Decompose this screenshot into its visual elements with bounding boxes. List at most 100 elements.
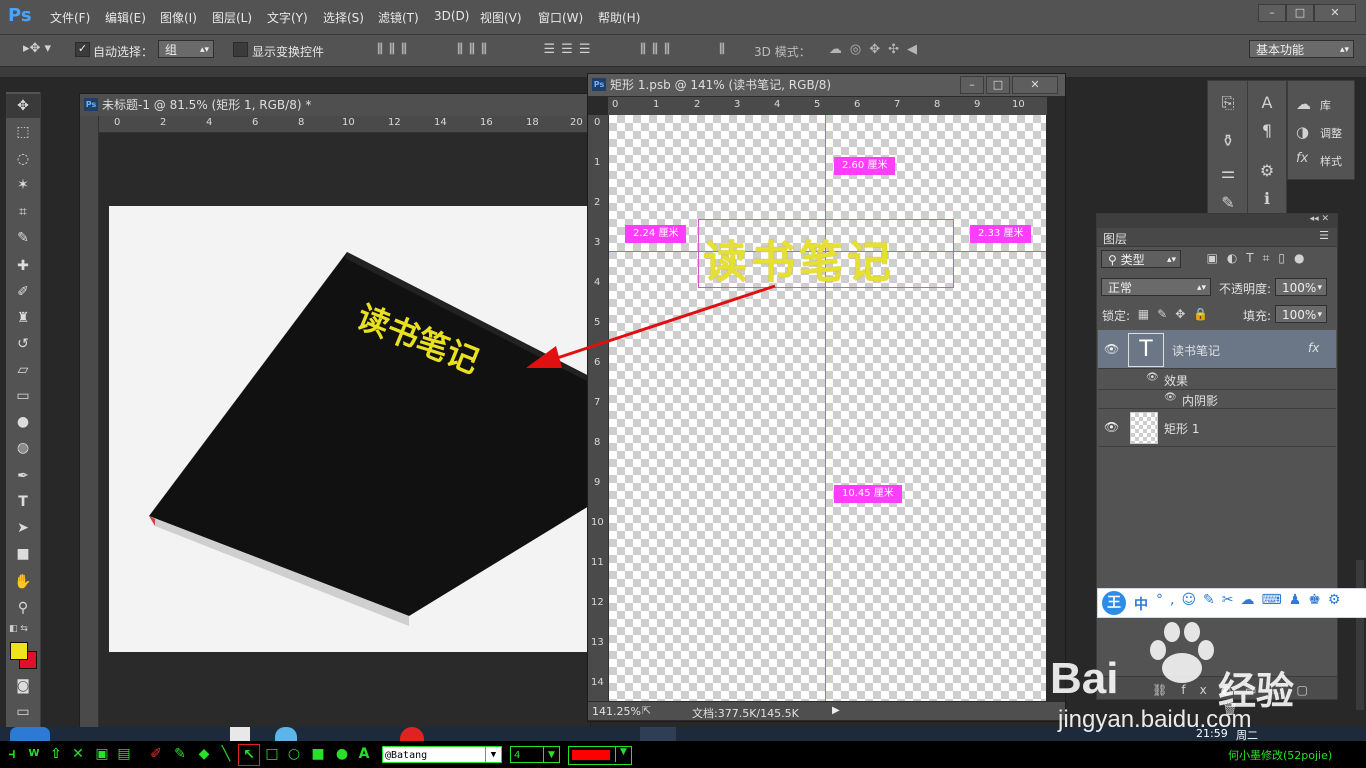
menu-view[interactable]: 视图(V)	[480, 9, 522, 26]
library-label[interactable]: 库	[1320, 97, 1331, 113]
filled-ellipse-icon[interactable]: ●	[334, 746, 350, 762]
align-icons[interactable]: ⫼⫼⫼	[350, 42, 440, 57]
menu-filter[interactable]: 滤镜(T)	[378, 9, 419, 26]
maximize-button[interactable]: □	[1286, 4, 1314, 22]
path-select-icon[interactable]: ➤	[6, 516, 40, 540]
doc2-close-button[interactable]: ✕	[1012, 76, 1058, 94]
ime-logo[interactable]: 王	[1102, 591, 1126, 615]
visibility-eye-icon[interactable]: 👁	[1104, 420, 1119, 434]
visibility-eye-icon[interactable]: 👁	[1104, 342, 1119, 356]
styles-icon[interactable]: fx	[1296, 151, 1308, 166]
paragraph-panel-icon[interactable]: ¶	[1255, 121, 1279, 140]
magic-wand-icon[interactable]: ✶	[6, 173, 40, 197]
taskbar-app-icon[interactable]	[275, 727, 297, 741]
tool-presets-icon[interactable]: ⚌	[1216, 163, 1240, 182]
zoom-tool-icon[interactable]: ⚲	[6, 596, 40, 620]
layer-row-text[interactable]: 👁 T 读书笔记 fx	[1098, 330, 1336, 369]
text-bounding-box[interactable]: 读书笔记	[698, 219, 954, 288]
fill-input[interactable]: 100% ▾	[1275, 305, 1327, 323]
layer-row-rectangle[interactable]: 👁 矩形 1	[1098, 408, 1336, 447]
save-icon[interactable]: ▣	[94, 746, 110, 762]
word-icon[interactable]: W	[26, 746, 42, 762]
visibility-eye-icon[interactable]: 👁	[1164, 392, 1177, 403]
doc1-title-bar[interactable]: Ps 未标题-1 @ 81.5% (矩形 1, RGB/8) *	[80, 94, 590, 116]
gradient-tool-icon[interactable]: ▭	[6, 384, 40, 408]
layer-effects-row[interactable]: 👁 效果	[1098, 369, 1336, 390]
taskbar-app-icon[interactable]	[230, 727, 250, 741]
doc2-minimize-button[interactable]: –	[960, 76, 984, 94]
distribute-horizontal-icons[interactable]: ⫼⫼⫼	[618, 42, 698, 57]
taskbar-app-icon[interactable]	[640, 727, 676, 741]
arrow-icon[interactable]: ↖	[238, 744, 260, 766]
stamp-tool-icon[interactable]: ♜	[6, 306, 40, 330]
collapse-icon[interactable]: ◂◂ ✕	[1310, 214, 1329, 224]
quick-mask-icon[interactable]: ◙	[6, 674, 40, 698]
move-tool-icon[interactable]: ✥	[6, 94, 40, 118]
brush-panel-icon[interactable]: ✎	[1216, 193, 1240, 212]
auto-select-checkbox[interactable]: ✓	[75, 42, 90, 57]
workspace-dropdown[interactable]: 基本功能 ▴▾	[1249, 40, 1354, 58]
brush-tool-icon[interactable]: ✐	[6, 280, 40, 304]
doc2-canvas[interactable]	[609, 115, 1046, 701]
status-menu-arrow-icon[interactable]: ▶	[832, 705, 840, 716]
font-select[interactable]: @Batang ▼	[382, 746, 502, 763]
history-brush-icon[interactable]: ↺	[6, 332, 40, 356]
visibility-eye-icon[interactable]: 👁	[1146, 372, 1159, 383]
doc2-maximize-button[interactable]: □	[986, 76, 1010, 94]
adjust-label[interactable]: 调整	[1320, 125, 1342, 141]
menu-type[interactable]: 文字(Y)	[267, 9, 308, 26]
3d-mode-icons[interactable]: ☁◎✥✣◀	[812, 42, 942, 57]
distribute-icons[interactable]: ☰☰☰	[530, 42, 610, 57]
color-select[interactable]: ▼	[568, 746, 632, 765]
foreground-color-swatch[interactable]	[10, 642, 28, 660]
healing-brush-icon[interactable]: ✚	[6, 254, 40, 278]
blur-tool-icon[interactable]: ●	[6, 410, 40, 434]
blend-mode-dropdown[interactable]: 正常 ▴▾	[1101, 278, 1211, 296]
layers-tab[interactable]: 图层	[1103, 230, 1127, 247]
size-select[interactable]: 4 ▼	[510, 746, 560, 763]
ellipse-icon[interactable]: ○	[286, 746, 302, 762]
lasso-tool-icon[interactable]: ◌	[6, 147, 40, 171]
history-panel-icon[interactable]: ⎘	[1216, 93, 1240, 113]
creative-cloud-icon[interactable]: ☁	[1296, 95, 1311, 113]
marquee-tool-icon[interactable]: ⬚	[6, 120, 40, 144]
minimize-button[interactable]: –	[1258, 4, 1286, 22]
menu-window[interactable]: 窗口(W)	[538, 9, 583, 26]
close-icon[interactable]: ✕	[70, 746, 86, 762]
rectangle-icon[interactable]: □	[264, 746, 280, 762]
fill-icon[interactable]: ◆	[196, 746, 212, 762]
properties-panel-icon[interactable]: ⚙	[1255, 161, 1279, 180]
filled-rectangle-icon[interactable]: ■	[310, 746, 326, 762]
right-scrollbar[interactable]	[1356, 560, 1364, 710]
zoom-level[interactable]: 141.25%	[592, 705, 641, 718]
pin-icon[interactable]: ⫞	[4, 746, 20, 762]
auto-align-icon[interactable]: ⫼	[712, 42, 732, 57]
type-tool-icon[interactable]: T	[6, 490, 40, 514]
doc1-canvas[interactable]: 读书笔记	[109, 206, 589, 652]
menu-edit[interactable]: 编辑(E)	[105, 9, 146, 26]
eyedropper-icon[interactable]: ✎	[6, 226, 40, 250]
export-icon[interactable]: ⇱	[642, 704, 651, 717]
start-button[interactable]	[10, 727, 50, 741]
menu-select[interactable]: 选择(S)	[323, 9, 364, 26]
doc2-title-bar[interactable]: Ps 矩形 1.psb @ 141% (读书笔记, RGB/8) – □ ✕	[588, 74, 1065, 96]
auto-select-dropdown[interactable]: 组 ▴▾	[158, 40, 214, 58]
pen-tool-icon[interactable]: ✒	[6, 464, 40, 488]
up-arrow-icon[interactable]: ⇧	[48, 746, 64, 762]
rectangle-tool-icon[interactable]: ■	[6, 542, 40, 566]
text-icon[interactable]: A	[356, 746, 372, 762]
crop-tool-icon[interactable]: ⌗	[6, 200, 40, 224]
layer-kind-filter[interactable]: ⚲ 类型 ▴▾	[1101, 250, 1181, 268]
align-horizontal-icons[interactable]: ⫼⫼⫼	[440, 42, 510, 57]
open-folder-icon[interactable]: ▤	[116, 746, 132, 762]
show-transform-checkbox[interactable]	[233, 42, 248, 57]
line-icon[interactable]: ╲	[218, 746, 234, 762]
move-tool-icon[interactable]: ▸✥ ▾	[22, 41, 52, 56]
panel-menu-icon[interactable]: ☰	[1319, 229, 1329, 242]
menu-file[interactable]: 文件(F)	[50, 9, 90, 26]
opacity-input[interactable]: 100% ▾	[1275, 278, 1327, 296]
adjustments-icon[interactable]: ◑	[1296, 123, 1309, 141]
layer-footer-icons[interactable]: ⛓fx◐▭🗀▢🗑	[1147, 681, 1327, 716]
menu-3d[interactable]: 3D(D)	[434, 9, 469, 23]
dodge-tool-icon[interactable]: ◍	[6, 436, 40, 460]
